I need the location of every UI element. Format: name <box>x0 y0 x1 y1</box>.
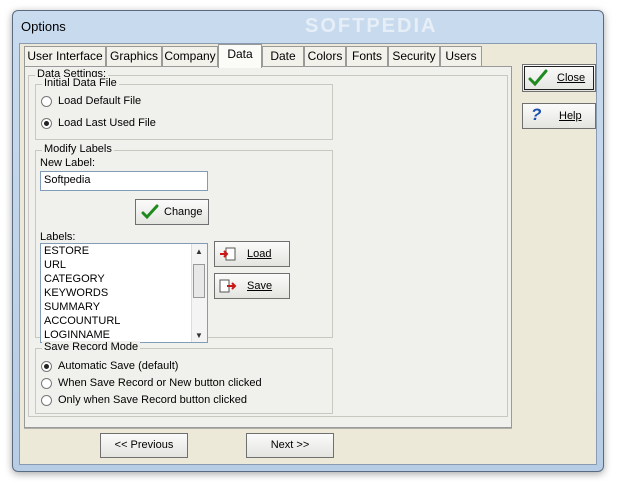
data-settings-group: Data Settings: Initial Data File Load De… <box>28 68 508 417</box>
radio-label: Only when Save Record button clicked <box>58 394 247 407</box>
scroll-down-arrow-icon[interactable]: ▼ <box>195 331 203 340</box>
radio-save-or-new-clicked[interactable]: When Save Record or New button clicked <box>41 375 262 391</box>
new-label-input[interactable]: Softpedia <box>40 171 208 191</box>
save-button-label: Save <box>247 280 273 292</box>
radio-label: Automatic Save (default) <box>58 360 179 373</box>
tab-label: Users <box>445 49 477 63</box>
title-bar[interactable]: Options SOFTPEDIA <box>13 11 603 43</box>
tab-label: Date <box>270 49 296 63</box>
tab-user-interface[interactable]: User Interface <box>24 46 106 66</box>
radio-label: When Save Record or New button clicked <box>58 377 262 390</box>
scroll-thumb[interactable] <box>193 264 205 298</box>
tab-label: Company <box>164 49 216 63</box>
modify-labels-legend: Modify Labels <box>42 143 114 155</box>
list-item[interactable]: LOGINNAME <box>41 328 207 342</box>
data-tab-panel: Data Settings: Initial Data File Load De… <box>24 66 512 428</box>
tab-label: Colors <box>307 49 343 63</box>
radio-indicator <box>41 377 52 389</box>
list-item[interactable]: ESTORE <box>41 244 207 258</box>
labels-caption: Labels: <box>40 231 76 243</box>
list-item[interactable]: URL <box>41 258 207 272</box>
list-item[interactable]: KEYWORDS <box>41 286 207 300</box>
tab-fonts[interactable]: Fonts <box>346 46 388 66</box>
radio-label: Load Default File <box>58 95 142 108</box>
save-record-mode-group: Save Record Mode Automatic Save (default… <box>35 341 333 414</box>
dialog-client-area: User Interface Graphics Company Data Dat… <box>19 43 597 465</box>
radio-indicator-selected <box>41 117 52 129</box>
tab-data[interactable]: Data <box>218 44 262 68</box>
radio-automatic-save[interactable]: Automatic Save (default) <box>41 358 178 374</box>
radio-label: Load Last Used File <box>58 117 156 130</box>
initial-data-file-legend: Initial Data File <box>42 77 119 89</box>
radio-indicator-selected <box>41 360 52 372</box>
initial-data-file-group: Initial Data File Load Default File Load… <box>35 77 333 140</box>
tab-label: Graphics <box>109 49 159 63</box>
tab-security[interactable]: Security <box>388 46 440 66</box>
checkmark-icon <box>528 69 548 87</box>
tab-users[interactable]: Users <box>440 46 482 66</box>
radio-indicator <box>41 394 52 406</box>
checkmark-icon <box>141 204 159 220</box>
change-button-label: Change <box>164 206 203 218</box>
tab-label: Fonts <box>351 49 382 63</box>
help-button-label: Help <box>559 110 582 122</box>
question-mark-icon: ? <box>531 105 542 124</box>
close-button-label: Close <box>557 72 586 84</box>
radio-load-default-file[interactable]: Load Default File <box>41 93 141 109</box>
scroll-up-arrow-icon[interactable]: ▲ <box>195 247 203 256</box>
save-record-mode-legend: Save Record Mode <box>42 341 141 353</box>
list-item[interactable]: CATEGORY <box>41 272 207 286</box>
window-title: Options <box>21 19 66 34</box>
labels-listbox[interactable]: ESTORE URL CATEGORY KEYWORDS SUMMARY ACC… <box>40 243 208 343</box>
radio-indicator <box>41 95 52 107</box>
radio-only-save-record-clicked[interactable]: Only when Save Record button clicked <box>41 392 247 408</box>
next-button[interactable]: Next >> <box>246 433 334 458</box>
tab-label: User Interface <box>27 49 103 63</box>
labels-scrollbar[interactable]: ▲ ▼ <box>191 244 207 342</box>
load-file-icon <box>220 247 236 261</box>
radio-load-last-used-file[interactable]: Load Last Used File <box>41 115 156 131</box>
softpedia-watermark: SOFTPEDIA <box>305 15 438 37</box>
modify-labels-group: Modify Labels New Label: Softpedia Chang… <box>35 143 333 343</box>
load-button[interactable]: Load <box>214 241 290 267</box>
tab-colors[interactable]: Colors <box>304 46 346 66</box>
list-item[interactable]: ACCOUNTURL <box>41 314 207 328</box>
bottom-divider <box>24 428 512 429</box>
previous-button[interactable]: << Previous <box>100 433 188 458</box>
list-item[interactable]: SUMMARY <box>41 300 207 314</box>
new-label-caption: New Label: <box>40 157 96 169</box>
load-button-label: Load <box>247 248 272 260</box>
options-window: Options SOFTPEDIA User Interface Graphic… <box>12 10 604 472</box>
change-button[interactable]: Change <box>135 199 209 225</box>
save-file-icon <box>219 279 237 293</box>
tab-label: Security <box>392 49 436 63</box>
tab-label: Data <box>227 47 253 61</box>
tab-company[interactable]: Company <box>162 46 218 66</box>
tab-graphics[interactable]: Graphics <box>106 46 162 66</box>
tab-date[interactable]: Date <box>262 46 304 66</box>
close-button[interactable]: Close <box>522 64 596 92</box>
help-button[interactable]: ? Help <box>522 103 596 129</box>
save-button[interactable]: Save <box>214 273 290 299</box>
